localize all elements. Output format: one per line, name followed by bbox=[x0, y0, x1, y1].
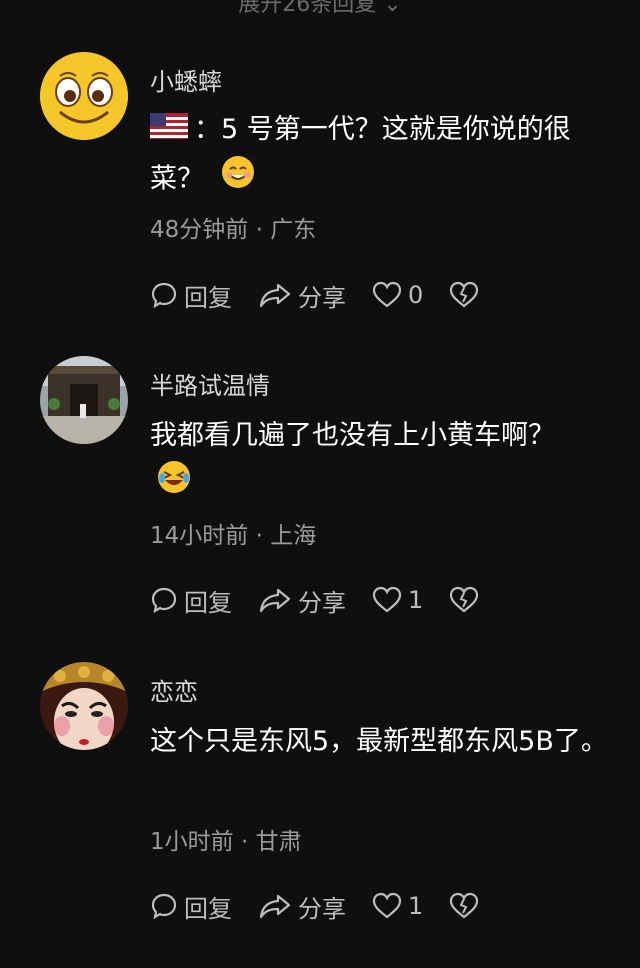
reply-label: 回复 bbox=[184, 588, 232, 617]
reply-button[interactable]: 回复 bbox=[150, 583, 232, 618]
comment-text: 这个只是东风5，最新型都东风5B了。 bbox=[150, 718, 610, 766]
broken-heart-icon bbox=[450, 281, 479, 308]
chat-bubble-icon bbox=[151, 587, 177, 614]
broken-heart-icon bbox=[450, 892, 479, 919]
share-label: 分享 bbox=[298, 283, 346, 312]
avatar[interactable] bbox=[40, 662, 128, 750]
username[interactable]: 半路试温情 bbox=[150, 366, 270, 401]
share-button[interactable]: 分享 bbox=[258, 278, 346, 313]
share-arrow-icon bbox=[259, 894, 291, 919]
reply-label: 回复 bbox=[184, 894, 232, 923]
avatar[interactable] bbox=[40, 356, 128, 444]
share-arrow-icon bbox=[259, 588, 291, 613]
opera-face-avatar-icon bbox=[40, 662, 128, 750]
comment-actions: 回复 分享 0 bbox=[150, 278, 511, 312]
username[interactable]: 恋恋 bbox=[150, 672, 198, 707]
like-count: 1 bbox=[408, 892, 424, 920]
comment-text: 我都看几遍了也没有上小黄车啊？ bbox=[150, 412, 610, 510]
share-label: 分享 bbox=[298, 588, 346, 617]
reply-button[interactable]: 回复 bbox=[150, 889, 232, 924]
smiley-avatar-icon bbox=[40, 52, 128, 140]
smiling-face-icon bbox=[221, 155, 255, 205]
chat-bubble-icon bbox=[151, 282, 177, 309]
comment-meta: 48分钟前 · 广东 bbox=[150, 217, 317, 243]
dislike-button[interactable] bbox=[449, 281, 485, 309]
username[interactable]: 小蟋蟀 bbox=[150, 62, 222, 97]
broken-heart-icon bbox=[450, 586, 479, 613]
like-button[interactable]: 1 bbox=[372, 586, 423, 614]
comment-text-body: ：5 号第一代？这就是你说的很菜？ bbox=[150, 114, 571, 194]
reply-label: 回复 bbox=[184, 283, 232, 312]
rolling-laughing-icon bbox=[156, 460, 192, 510]
chat-bubble-icon bbox=[151, 893, 177, 920]
heart-icon bbox=[372, 281, 402, 308]
comment-actions: 回复 分享 1 bbox=[150, 889, 511, 923]
comment-meta: 1小时前 · 甘肃 bbox=[150, 829, 302, 855]
us-flag-icon bbox=[150, 107, 188, 155]
heart-icon bbox=[372, 892, 402, 919]
expand-replies-link[interactable]: 展开26条回复 ⌄ bbox=[0, 0, 640, 18]
like-button[interactable]: 0 bbox=[372, 281, 423, 309]
like-count: 1 bbox=[408, 586, 424, 614]
share-button[interactable]: 分享 bbox=[258, 889, 346, 924]
dislike-button[interactable] bbox=[449, 586, 485, 614]
avatar[interactable] bbox=[40, 52, 128, 140]
like-button[interactable]: 1 bbox=[372, 892, 423, 920]
share-arrow-icon bbox=[259, 283, 291, 308]
comment-text-body: 我都看几遍了也没有上小黄车啊？ bbox=[150, 420, 555, 451]
share-label: 分享 bbox=[298, 894, 346, 923]
reply-button[interactable]: 回复 bbox=[150, 278, 232, 313]
comment-text: ：5 号第一代？这就是你说的很菜？ bbox=[150, 106, 610, 205]
like-count: 0 bbox=[408, 281, 424, 309]
comment-meta: 14小时前 · 上海 bbox=[150, 523, 317, 549]
building-photo-avatar-icon bbox=[40, 356, 128, 444]
share-button[interactable]: 分享 bbox=[258, 583, 346, 618]
heart-icon bbox=[372, 586, 402, 613]
comment-actions: 回复 分享 1 bbox=[150, 583, 511, 617]
comment-text-body: 这个只是东风5，最新型都东风5B了。 bbox=[150, 726, 608, 757]
dislike-button[interactable] bbox=[449, 892, 485, 920]
